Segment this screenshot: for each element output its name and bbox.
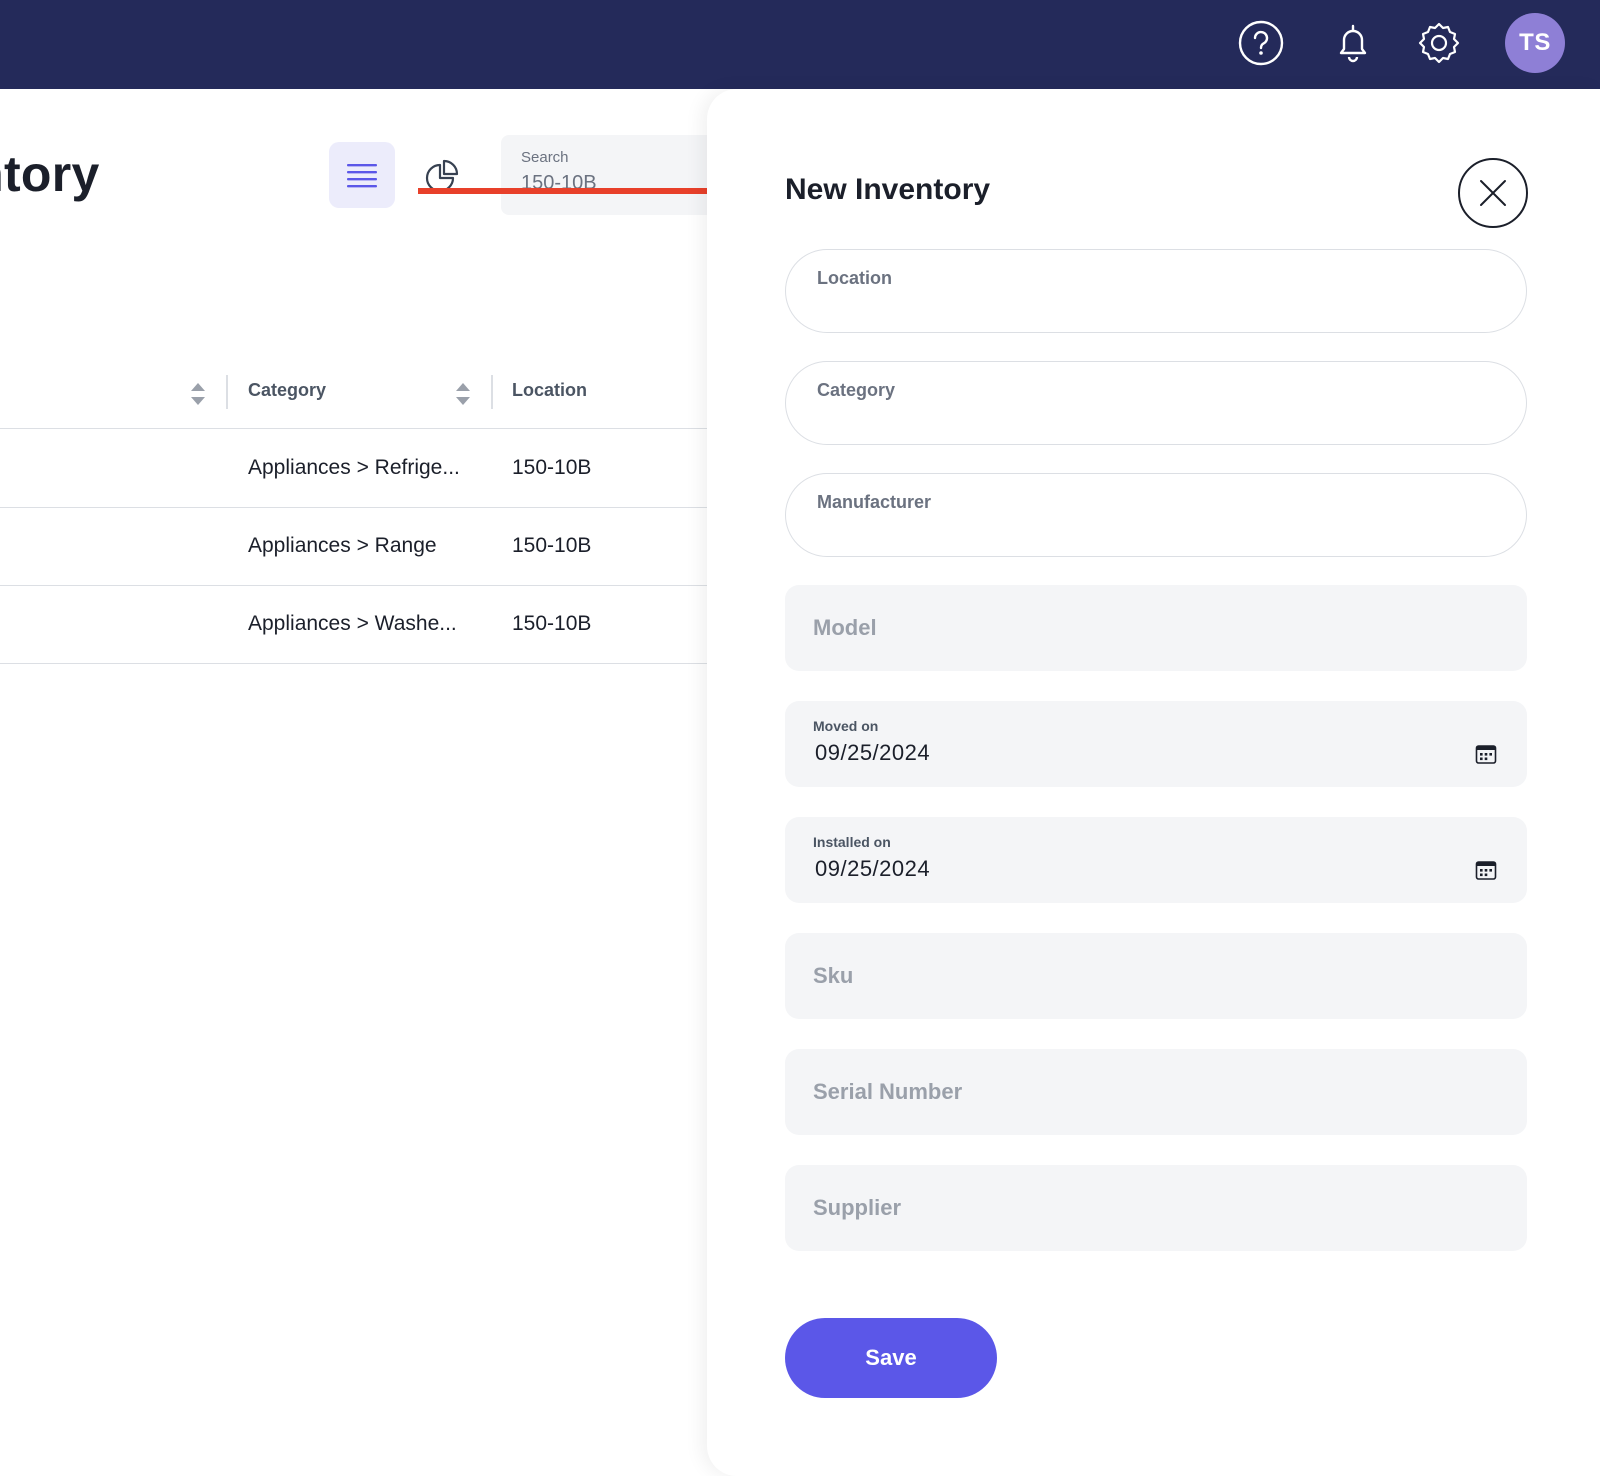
serial-number-input[interactable] (813, 1049, 1503, 1135)
cell-category: Appliances > Refrige... (248, 456, 460, 479)
model-input[interactable] (813, 585, 1503, 671)
annotation-arrow (418, 170, 756, 212)
page-title: entory (0, 146, 100, 202)
list-icon (347, 164, 377, 188)
cell-location: 150-10B (512, 534, 592, 557)
list-view-button[interactable] (329, 142, 395, 208)
close-button[interactable] (1458, 158, 1528, 228)
sku-input[interactable] (813, 933, 1503, 1019)
sort-icon[interactable] (188, 379, 208, 409)
installed-on-field[interactable]: Installed on 09/25/2024 (785, 817, 1527, 903)
moved-on-field[interactable]: Moved on 09/25/2024 (785, 701, 1527, 787)
gear-icon[interactable] (1416, 20, 1462, 66)
sort-icon[interactable] (453, 379, 473, 409)
column-header-location[interactable]: Location (512, 380, 587, 401)
serial-number-field[interactable] (785, 1049, 1527, 1135)
installed-on-value[interactable]: 09/25/2024 (815, 856, 930, 882)
category-input[interactable] (816, 406, 1496, 432)
supplier-field[interactable] (785, 1165, 1527, 1251)
cell-location: 150-10B (512, 612, 592, 635)
location-input[interactable] (816, 294, 1496, 320)
moved-on-value[interactable]: 09/25/2024 (815, 740, 930, 766)
cell-location: 150-10B (512, 456, 592, 479)
manufacturer-input[interactable] (816, 518, 1496, 544)
new-inventory-drawer: New Inventory Location Category Manufact… (707, 89, 1600, 1476)
save-button[interactable]: Save (785, 1318, 997, 1398)
model-field[interactable] (785, 585, 1527, 671)
moved-on-label: Moved on (813, 718, 879, 734)
cell-category: Appliances > Range (248, 534, 437, 557)
column-divider (491, 375, 493, 409)
manufacturer-field[interactable]: Manufacturer (785, 473, 1527, 557)
table-header: Category Location (0, 365, 720, 429)
cell-category: Appliances > Washe... (248, 612, 457, 635)
category-field[interactable]: Category (785, 361, 1527, 445)
search-label: Search (521, 149, 569, 166)
help-icon[interactable] (1238, 20, 1284, 66)
column-divider (226, 375, 228, 409)
supplier-input[interactable] (813, 1165, 1503, 1251)
sku-field[interactable] (785, 933, 1527, 1019)
close-icon (1480, 180, 1506, 206)
calendar-icon[interactable] (1474, 742, 1498, 766)
location-label: Location (817, 268, 892, 288)
user-avatar[interactable]: TS (1505, 13, 1565, 73)
manufacturer-label: Manufacturer (817, 492, 932, 512)
calendar-icon[interactable] (1474, 858, 1498, 882)
bell-icon[interactable] (1330, 20, 1376, 66)
drawer-title: New Inventory (785, 173, 991, 206)
category-label: Category (817, 380, 896, 400)
table-row[interactable]: Appliances > Washe... 150-10B (0, 586, 720, 664)
table-row[interactable]: Appliances > Range 150-10B (0, 508, 720, 586)
table-row[interactable]: Appliances > Refrige... 150-10B (0, 430, 720, 508)
installed-on-label: Installed on (813, 834, 891, 850)
location-field[interactable]: Location (785, 249, 1527, 333)
column-header-category[interactable]: Category (248, 380, 326, 401)
top-navigation-bar: TS (0, 0, 1600, 89)
